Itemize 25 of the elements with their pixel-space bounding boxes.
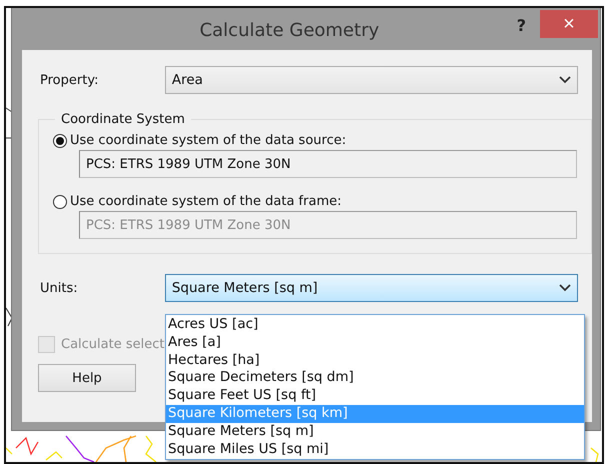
radio-button[interactable] xyxy=(53,194,67,208)
dropdown-option[interactable]: Acres US [ac] xyxy=(166,316,584,334)
radio-label: Use coordinate system of the data source: xyxy=(70,133,346,148)
coordinate-system-field: PCS: ETRS 1989 UTM Zone 30N xyxy=(79,150,577,178)
dropdown-option[interactable]: Square Miles US [sq mi] xyxy=(166,440,584,458)
help-button[interactable]: Help xyxy=(38,364,136,392)
dropdown-option[interactable]: Square Meters [sq m] xyxy=(166,422,584,441)
chevron-down-icon xyxy=(559,284,571,292)
coordinate-system-field: PCS: ETRS 1989 UTM Zone 30N xyxy=(79,211,577,239)
units-dropdown[interactable]: Square Meters [sq m] xyxy=(164,274,578,302)
checkbox-label: Calculate select xyxy=(61,337,164,352)
chevron-down-icon xyxy=(559,76,571,84)
window-title: Calculate Geometry xyxy=(198,20,380,41)
dropdown-option[interactable]: Ares [a] xyxy=(166,334,584,352)
units-label: Units: xyxy=(39,280,79,296)
property-dropdown[interactable]: Area xyxy=(164,66,578,94)
radio-button[interactable] xyxy=(53,134,67,148)
close-button[interactable]: × xyxy=(540,10,598,38)
radio-label: Use coordinate system of the data frame: xyxy=(70,194,342,209)
dropdown-option[interactable]: Hectares [ha] xyxy=(166,352,584,370)
dropdown-option[interactable]: Square Feet US [sq ft] xyxy=(166,387,584,405)
property-label: Property: xyxy=(39,72,100,88)
group-title: Coordinate System xyxy=(60,112,186,127)
help-button[interactable]: ? xyxy=(516,16,526,35)
dropdown-option[interactable]: Square Decimeters [sq dm] xyxy=(166,369,584,388)
